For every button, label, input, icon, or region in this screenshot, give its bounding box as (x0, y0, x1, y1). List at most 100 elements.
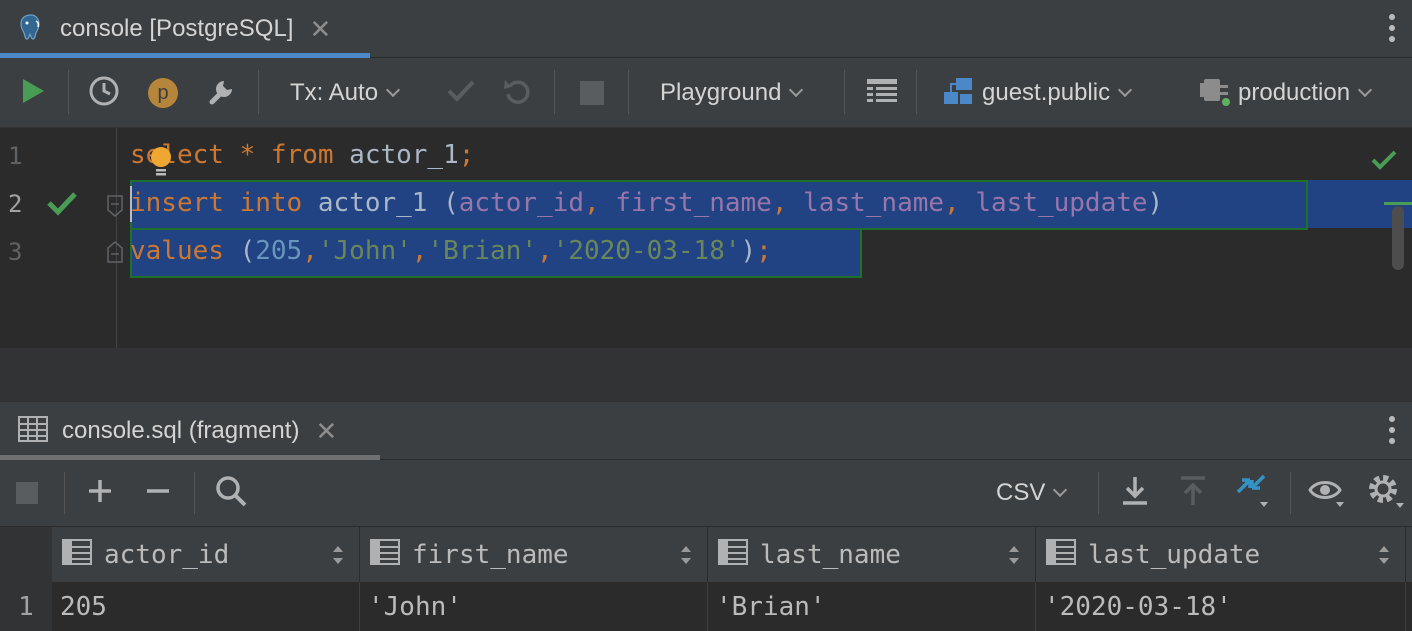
column-header-last-update[interactable]: last_update (1036, 527, 1406, 583)
profile-badge-label: p (157, 81, 169, 104)
sort-icon[interactable] (1379, 546, 1389, 564)
code-token: last_name (803, 188, 945, 218)
cancel-query-button[interactable] (16, 460, 38, 526)
code-token: from (270, 140, 334, 170)
column-header-label: last_update (1088, 540, 1261, 570)
more-options-icon[interactable] (1388, 416, 1396, 444)
arrows-compare-icon (1234, 472, 1272, 515)
play-icon (20, 77, 46, 110)
column-icon (1046, 538, 1076, 572)
gear-icon (1366, 473, 1406, 514)
tab-console-sql-fragment[interactable]: console.sql (fragment) ✕ (0, 402, 380, 460)
schema-selector[interactable]: guest.public (942, 58, 1133, 128)
undo-icon (502, 76, 532, 111)
history-button[interactable] (88, 58, 120, 128)
code-text[interactable]: select * from actor_1; (130, 140, 474, 170)
editor-spacer (0, 348, 1412, 402)
search-icon (214, 474, 248, 513)
stop-button[interactable] (580, 58, 604, 128)
datasource-selector[interactable]: production (1198, 58, 1373, 128)
code-text[interactable]: values (205,'John','Brian','2020-03-18')… (130, 236, 772, 266)
sort-icon[interactable] (333, 546, 343, 564)
settings-button[interactable] (206, 58, 238, 128)
code-token: * (239, 140, 256, 170)
editor-scrollbar-thumb[interactable] (1392, 206, 1404, 270)
sort-icon[interactable] (1009, 546, 1019, 564)
checkmark-icon (446, 78, 476, 109)
add-row-button[interactable] (86, 460, 114, 526)
column-header-label: actor_id (104, 540, 230, 570)
column-header-last-name[interactable]: last_name (708, 527, 1036, 583)
intention-bulb-icon[interactable] (150, 146, 172, 183)
plus-icon (86, 477, 114, 510)
sort-icon[interactable] (681, 546, 691, 564)
tab-console-postgresql[interactable]: console [PostgreSQL] ✕ (0, 0, 370, 58)
mode-dropdown[interactable]: Playground (660, 58, 804, 128)
editor-tab-bar: console [PostgreSQL] ✕ (0, 0, 1412, 58)
result-grid-header: actor_id first_name last_name last_updat… (0, 526, 1412, 583)
execute-button[interactable] (20, 58, 46, 128)
transaction-mode-dropdown[interactable]: Tx: Auto (290, 58, 401, 128)
close-icon[interactable]: ✕ (315, 416, 337, 447)
close-icon[interactable]: ✕ (309, 14, 331, 45)
cell-last-name[interactable]: 'Brian' (708, 582, 1036, 631)
code-token: 'John' (317, 236, 412, 266)
code-token: insert (130, 188, 224, 218)
profile-button[interactable]: p (148, 58, 178, 128)
fold-marker-icon[interactable] (106, 194, 124, 225)
code-token: ) (1147, 188, 1164, 218)
export-format-dropdown[interactable]: CSV (996, 460, 1068, 526)
toolbar-separator (258, 70, 259, 114)
stop-icon (580, 81, 604, 105)
execution-success-icon (46, 190, 78, 223)
toolbar-separator (916, 70, 917, 114)
chevron-down-icon (789, 82, 804, 98)
code-token: values (130, 236, 224, 266)
code-token: ; (756, 236, 772, 266)
postgresql-elephant-icon (16, 12, 46, 47)
commit-button[interactable] (446, 58, 476, 128)
wrench-icon (206, 75, 238, 112)
code-token: '2020-03-18' (552, 236, 741, 266)
import-data-button[interactable] (1178, 460, 1208, 526)
table-row[interactable]: 1 205 'John' 'Brian' '2020-03-18' (0, 582, 1412, 631)
profile-badge-icon: p (148, 78, 178, 108)
output-mode-button[interactable] (866, 58, 898, 128)
cell-actor-id[interactable]: 205 (52, 582, 360, 631)
cell-first-name[interactable]: 'John' (360, 582, 708, 631)
results-tab-bar: console.sql (fragment) ✕ (0, 402, 1412, 460)
chevron-down-icon (1118, 82, 1133, 98)
column-header-first-name[interactable]: first_name (360, 527, 708, 583)
column-header-actor-id[interactable]: actor_id (52, 527, 360, 583)
delete-row-button[interactable] (144, 460, 172, 526)
export-data-button[interactable] (1120, 460, 1150, 526)
row-number-header (0, 527, 52, 583)
column-icon (718, 538, 748, 572)
column-icon (62, 538, 92, 572)
code-token: last_update (975, 188, 1148, 218)
fold-marker-icon[interactable] (106, 240, 124, 271)
upload-icon (1178, 475, 1208, 512)
code-token: ) (740, 236, 757, 266)
view-options-button[interactable] (1308, 460, 1346, 526)
search-button[interactable] (214, 460, 248, 526)
column-header-label: first_name (412, 540, 569, 570)
sql-editor[interactable]: 1 select * from actor_1; 2 insert into a… (0, 128, 1412, 348)
grid-settings-button[interactable] (1366, 460, 1406, 526)
rollback-button[interactable] (502, 58, 532, 128)
line-number: 2 (8, 190, 23, 218)
toolbar-separator (844, 70, 845, 114)
column-header-label: last_name (760, 540, 901, 570)
code-text[interactable]: insert into actor_1 (actor_id, first_nam… (130, 188, 1163, 218)
compare-button[interactable] (1234, 460, 1272, 526)
clock-icon (88, 75, 120, 112)
code-token: 205 (255, 236, 303, 266)
line-number: 1 (8, 142, 23, 170)
more-options-icon[interactable] (1388, 14, 1396, 42)
eye-icon (1308, 474, 1346, 513)
download-icon (1120, 475, 1150, 512)
code-token: , (944, 188, 976, 218)
cell-last-update[interactable]: '2020-03-18' (1036, 582, 1406, 631)
schema-label: guest.public (982, 79, 1111, 106)
